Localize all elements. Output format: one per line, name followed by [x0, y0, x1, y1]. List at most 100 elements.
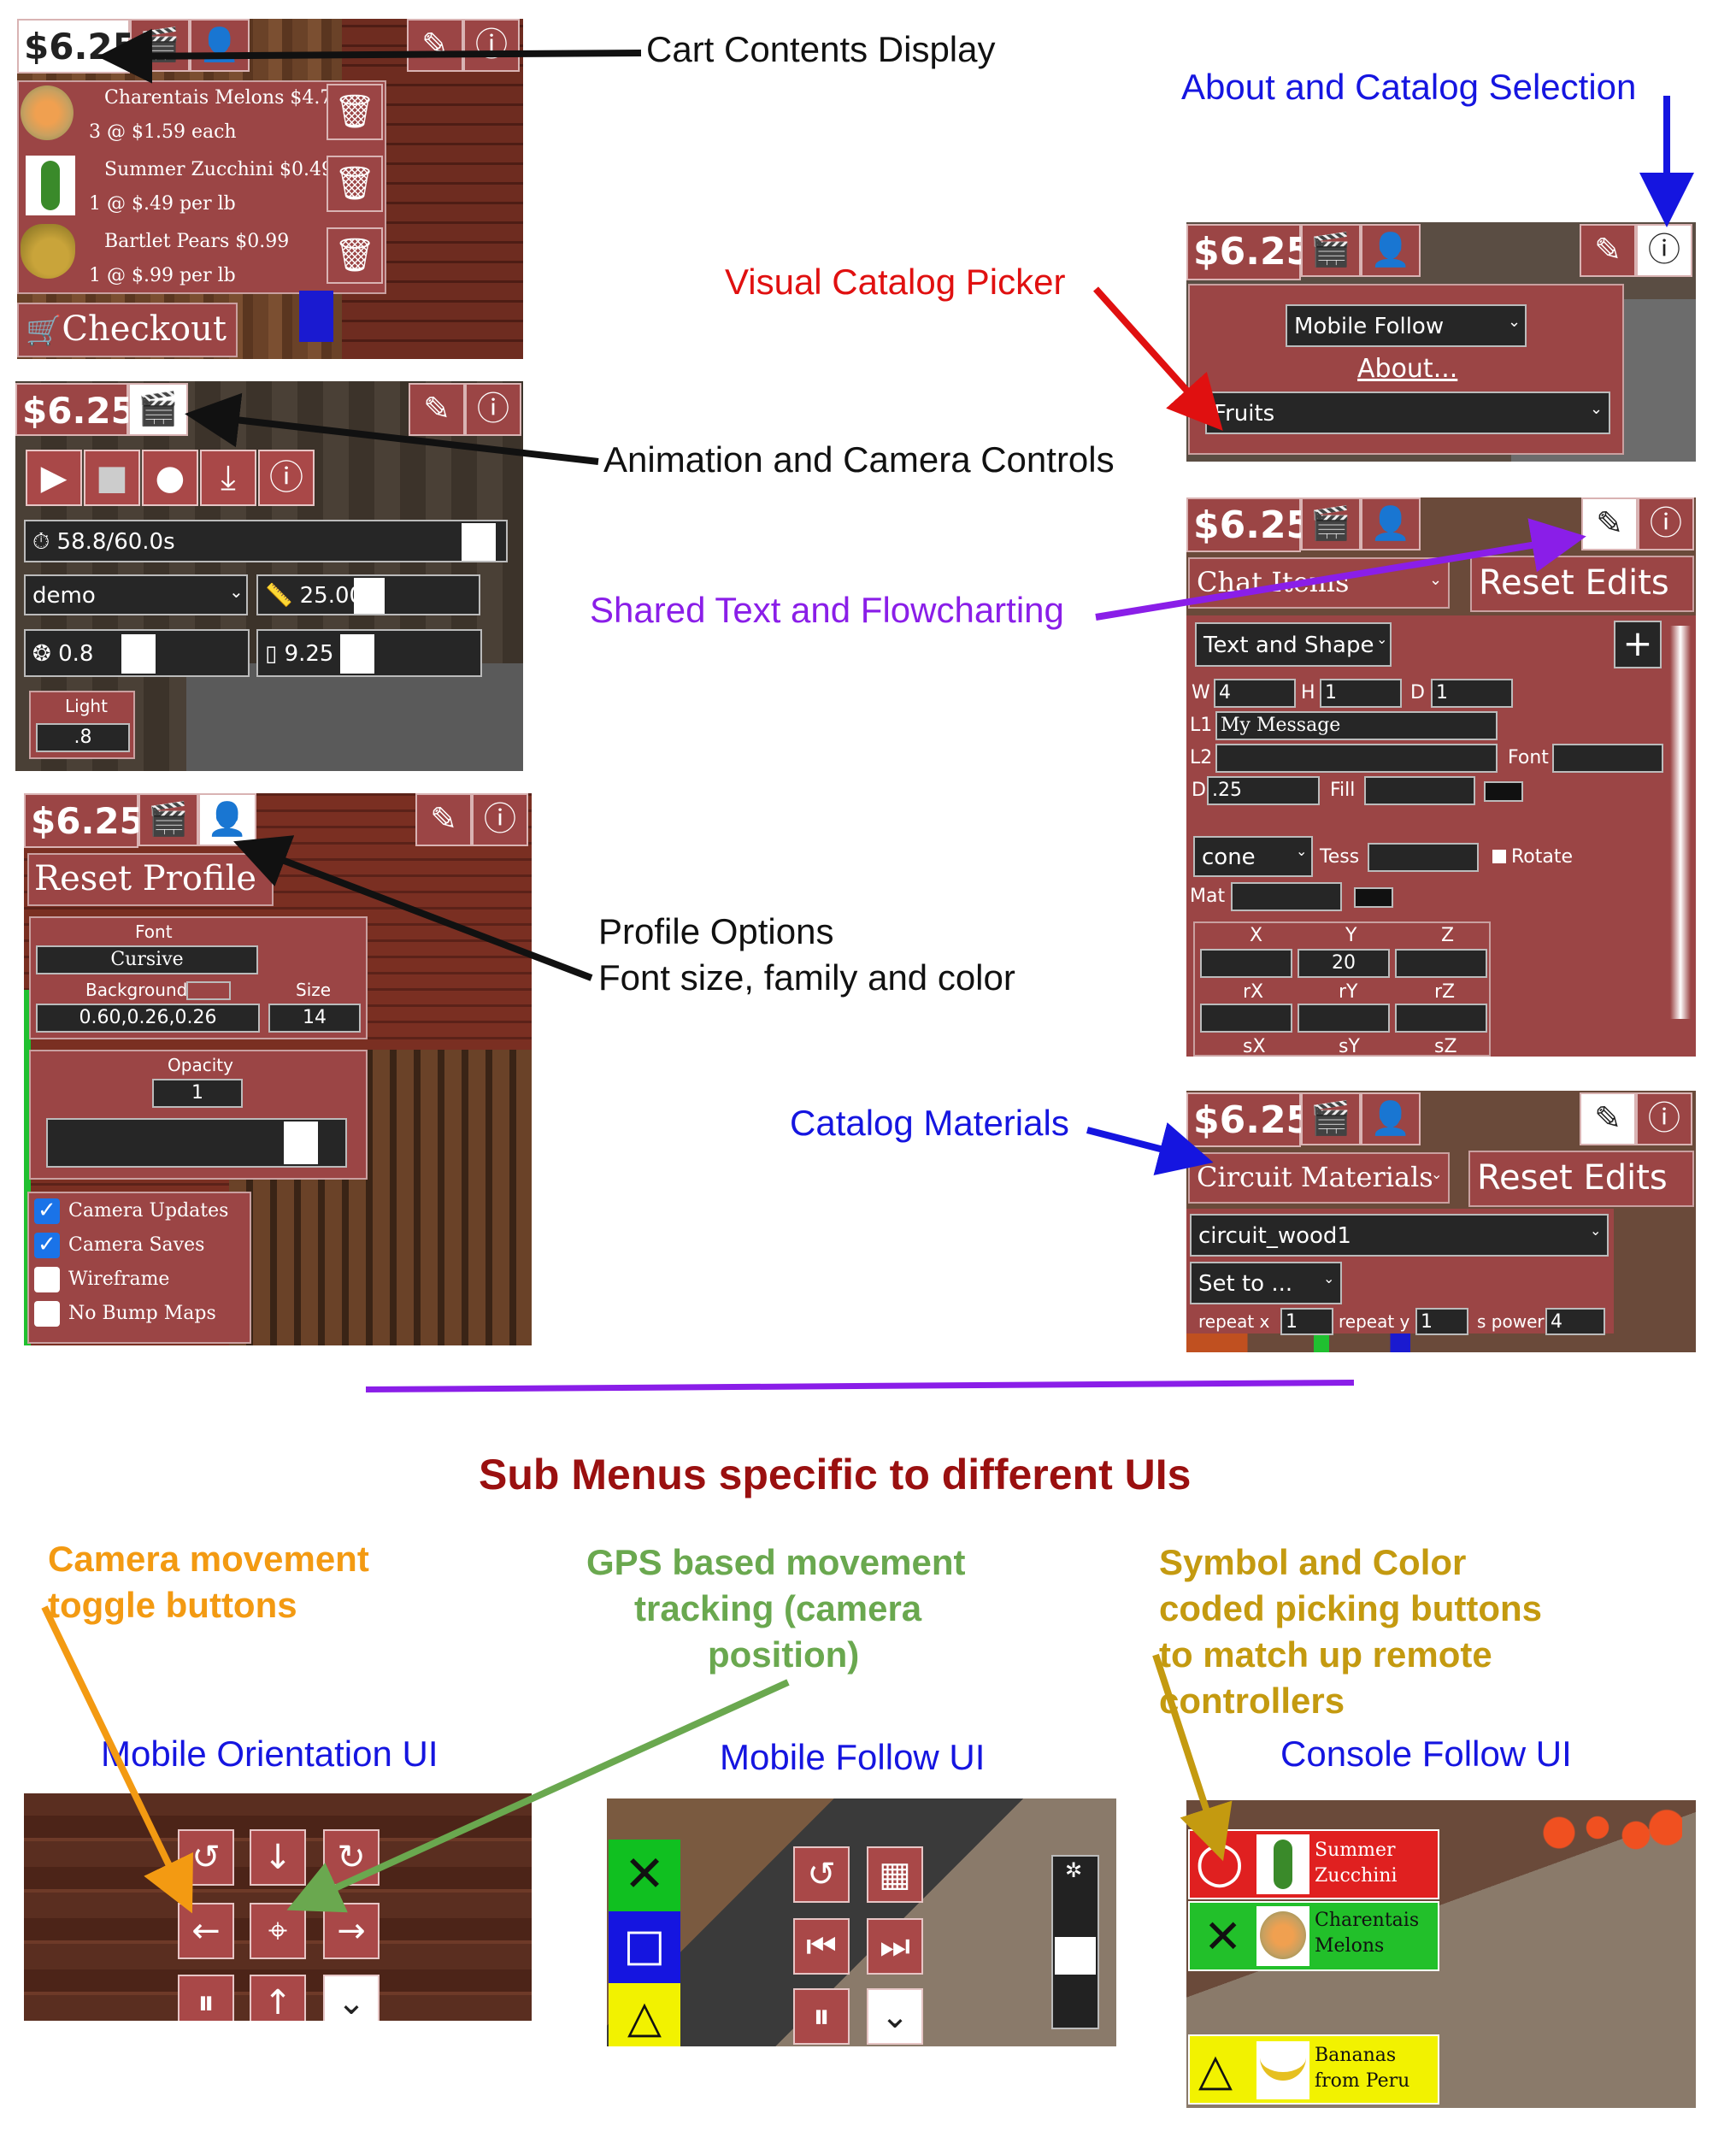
no-bump-maps-checkbox[interactable]	[34, 1301, 60, 1327]
chevron-down-icon[interactable]: ⌄	[323, 1975, 380, 2021]
size-field[interactable]: 14	[268, 1004, 361, 1033]
depth-field[interactable]: .25	[1207, 776, 1320, 805]
reset-edits-button[interactable]: Reset Edits	[1470, 556, 1694, 612]
move-down-button[interactable]: ↓	[250, 1829, 306, 1886]
font-field[interactable]: Cursive	[36, 945, 258, 974]
info-icon[interactable]: ⓘ	[472, 793, 528, 846]
record-button[interactable]: ●	[142, 450, 198, 506]
reset-profile-button[interactable]: Reset Profile	[27, 853, 274, 906]
aperture-slider-handle[interactable]	[121, 634, 156, 674]
setto-select[interactable]: Set to ...	[1190, 1262, 1342, 1304]
rz-field[interactable]	[1395, 1004, 1487, 1033]
scene-select[interactable]: demo	[24, 574, 248, 615]
about-link[interactable]: About...	[1357, 354, 1457, 384]
move-left-button[interactable]: ←	[178, 1903, 234, 1959]
background-swatch[interactable]	[186, 981, 231, 1000]
pencil-icon[interactable]: ✎	[415, 793, 472, 846]
info-icon[interactable]: ⓘ	[1638, 497, 1694, 550]
pause-button[interactable]: ⏸	[178, 1975, 234, 2021]
triangle-button[interactable]: △	[609, 1983, 680, 2046]
previous-button[interactable]: ⏮	[793, 1918, 850, 1975]
trash-icon[interactable]: 🗑	[327, 156, 383, 212]
trash-icon[interactable]: 🗑	[327, 227, 383, 284]
reset-camera-button[interactable]: ↺	[793, 1846, 850, 1903]
mode-select[interactable]: Mobile Follow	[1286, 304, 1527, 347]
background-field[interactable]: 0.60,0.26,0.26	[36, 1004, 260, 1033]
info-icon[interactable]: ⓘ	[463, 19, 520, 72]
mat-field[interactable]	[1231, 882, 1342, 911]
rotate-checkbox[interactable]	[1492, 850, 1506, 863]
person-icon[interactable]: 👤	[1361, 224, 1421, 277]
scroll-track[interactable]	[1670, 626, 1691, 1019]
material-select[interactable]: circuit_wood1	[1190, 1214, 1609, 1257]
pencil-icon[interactable]: ✎	[409, 383, 465, 436]
font-field[interactable]	[1552, 744, 1663, 773]
camera-saves-checkbox[interactable]	[34, 1232, 60, 1258]
z-field[interactable]	[1395, 949, 1487, 978]
move-up-button[interactable]: ↑	[250, 1975, 306, 2021]
move-right-button[interactable]: →	[323, 1903, 380, 1959]
person-icon[interactable]: 👤	[1361, 497, 1421, 550]
spower-field[interactable]: 4	[1545, 1308, 1605, 1335]
cross-button[interactable]: ✕	[609, 1840, 680, 1911]
opacity-field[interactable]: 1	[152, 1079, 243, 1108]
clapper-icon[interactable]: 🎬	[130, 19, 190, 72]
d-field[interactable]: 1	[1431, 679, 1513, 708]
wireframe-checkbox[interactable]	[34, 1267, 60, 1292]
chevron-down-icon[interactable]: ⌄	[867, 1988, 923, 2045]
next-button[interactable]: ⏭	[867, 1918, 923, 1975]
timer-slider-handle[interactable]	[462, 523, 496, 561]
l2-field[interactable]	[1215, 744, 1498, 773]
clapper-icon[interactable]: 🎬	[1301, 497, 1361, 550]
add-button[interactable]: +	[1614, 621, 1662, 668]
download-button[interactable]: ⤓	[200, 450, 256, 506]
play-button[interactable]: ▶	[26, 450, 82, 506]
tess-field[interactable]	[1368, 843, 1479, 872]
y-field[interactable]: 20	[1298, 949, 1390, 978]
shape-select[interactable]: cone	[1193, 836, 1313, 877]
catalog-select[interactable]: Chat Items	[1188, 557, 1450, 609]
clapper-icon[interactable]: 🎬	[138, 793, 198, 846]
rotate-right-button[interactable]: ↻	[323, 1829, 380, 1886]
x-field[interactable]	[1200, 949, 1292, 978]
clapper-icon[interactable]: 🎬	[128, 383, 188, 436]
gps-target-button[interactable]: ⌖	[250, 1903, 306, 1959]
l1-field[interactable]: My Message	[1215, 711, 1498, 740]
fov-slider-handle[interactable]	[354, 578, 385, 614]
pause-button[interactable]: ⏸	[793, 1988, 850, 2045]
clapper-icon[interactable]: 🎬	[1301, 1092, 1361, 1145]
rx-field[interactable]	[1200, 1004, 1292, 1033]
materials-select[interactable]: Circuit Materials	[1188, 1152, 1450, 1204]
zoom-slider-handle[interactable]	[1055, 1937, 1096, 1975]
info-icon[interactable]: ⓘ	[1636, 1092, 1692, 1145]
mat-swatch[interactable]	[1354, 887, 1393, 908]
person-icon[interactable]: 👤	[198, 793, 256, 846]
person-icon[interactable]: 👤	[1361, 1092, 1421, 1145]
trash-icon[interactable]: 🗑	[327, 84, 383, 140]
person-icon[interactable]: 👤	[190, 19, 250, 72]
info-icon[interactable]: ⓘ	[1636, 224, 1692, 277]
stop-button[interactable]: ■	[84, 450, 140, 506]
info-icon[interactable]: ⓘ	[258, 450, 315, 506]
catalog-select[interactable]: Fruits	[1205, 391, 1610, 434]
info-icon[interactable]: ⓘ	[465, 383, 521, 436]
w-field[interactable]: 4	[1214, 679, 1296, 708]
repeat-y-field[interactable]: 1	[1415, 1308, 1468, 1335]
pencil-icon[interactable]: ✎	[1580, 224, 1636, 277]
clapper-icon[interactable]: 🎬	[1301, 224, 1361, 277]
repeat-x-field[interactable]: 1	[1280, 1308, 1333, 1335]
type-select[interactable]: Text and Shape	[1195, 622, 1392, 667]
square-button[interactable]: □	[609, 1911, 680, 1983]
camera-updates-checkbox[interactable]	[34, 1198, 60, 1224]
pencil-icon[interactable]: ✎	[1581, 497, 1638, 550]
opacity-slider-handle[interactable]	[283, 1121, 318, 1164]
reset-edits-button[interactable]: Reset Edits	[1468, 1151, 1694, 1207]
pencil-icon[interactable]: ✎	[407, 19, 463, 72]
pencil-icon[interactable]: ✎	[1580, 1092, 1636, 1145]
checkout-button[interactable]: 🛒Checkout	[17, 303, 238, 357]
grid-button[interactable]: ▦	[867, 1846, 923, 1903]
rotate-left-button[interactable]: ↺	[178, 1829, 234, 1886]
distance-slider-handle[interactable]	[340, 634, 374, 674]
fill-field[interactable]	[1364, 776, 1475, 805]
ry-field[interactable]	[1298, 1004, 1390, 1033]
